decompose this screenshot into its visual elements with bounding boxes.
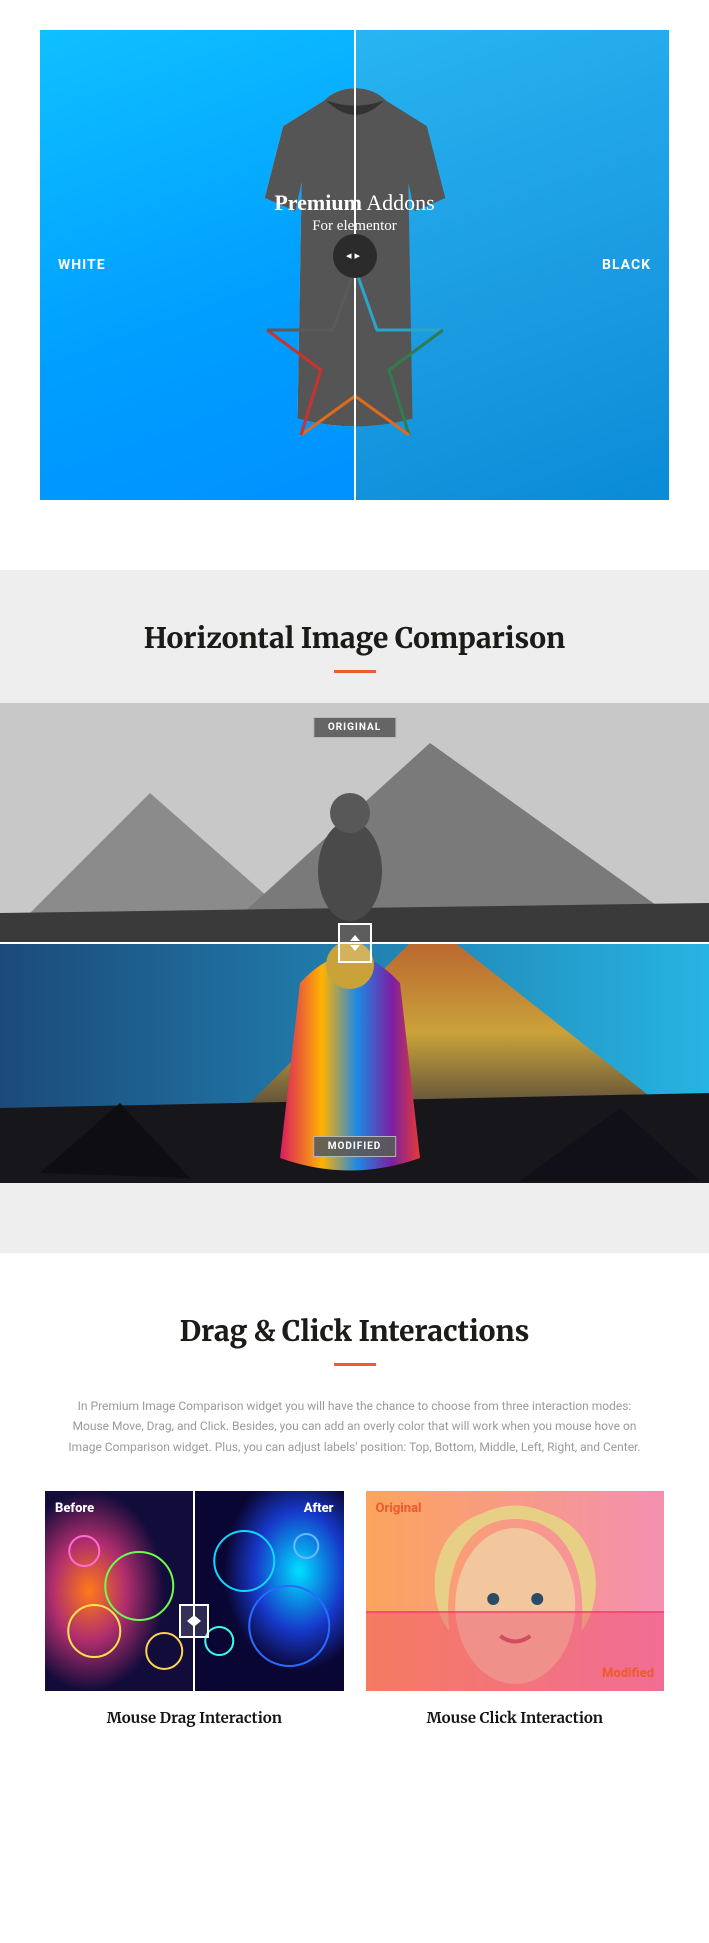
compare-horizontal[interactable]: ORIGINAL MODIFIED: [0, 703, 709, 1183]
modified-label: Modified: [602, 1666, 654, 1681]
arrow-down-icon: [350, 945, 360, 951]
original-label: ORIGINAL: [313, 717, 396, 738]
arrow-up-icon: [350, 935, 360, 941]
compare-handle-horizontal[interactable]: [338, 923, 372, 963]
compare-original-pane: [0, 703, 709, 943]
original-label: Original: [376, 1501, 422, 1516]
card-caption: Mouse Drag Interaction: [45, 1709, 344, 1728]
arrow-right-icon: [195, 1616, 201, 1626]
compare-vertical[interactable]: Premium Addons For elementor WHITE BLACK…: [40, 30, 669, 500]
compare-click[interactable]: Original Modified: [366, 1491, 665, 1691]
tshirt-compare-section: Premium Addons For elementor WHITE BLACK…: [0, 0, 709, 540]
cards-row: Before After Mouse Drag Interaction: [45, 1491, 664, 1728]
after-label: BLACK: [602, 257, 651, 273]
title-underline: [334, 1363, 376, 1366]
modified-label: MODIFIED: [313, 1136, 397, 1157]
arrow-left-icon: [187, 1616, 193, 1626]
section-title: Drag & Click Interactions: [45, 1313, 664, 1349]
card-drag: Before After Mouse Drag Interaction: [45, 1491, 344, 1728]
compare-drag[interactable]: Before After: [45, 1491, 344, 1691]
section-description: In Premium Image Comparison widget you w…: [65, 1396, 645, 1457]
title-underline: [334, 670, 376, 673]
interactions-section: Drag & Click Interactions In Premium Ima…: [0, 1253, 709, 1768]
before-label: Before: [55, 1501, 94, 1516]
card-click: Original Modified Mouse Click Interactio…: [366, 1491, 665, 1728]
after-label: After: [304, 1501, 334, 1516]
compare-divider: [193, 1491, 195, 1691]
arrows-left-right-icon: ◂▸: [346, 249, 363, 262]
horizontal-compare-section: Horizontal Image Comparison: [0, 570, 709, 1253]
compare-handle[interactable]: [179, 1604, 209, 1638]
compare-handle[interactable]: ◂▸: [333, 234, 377, 278]
section-title: Horizontal Image Comparison: [0, 620, 709, 656]
card-caption: Mouse Click Interaction: [366, 1709, 665, 1728]
before-label: WHITE: [58, 257, 106, 273]
compare-divider-horizontal: [366, 1611, 665, 1613]
